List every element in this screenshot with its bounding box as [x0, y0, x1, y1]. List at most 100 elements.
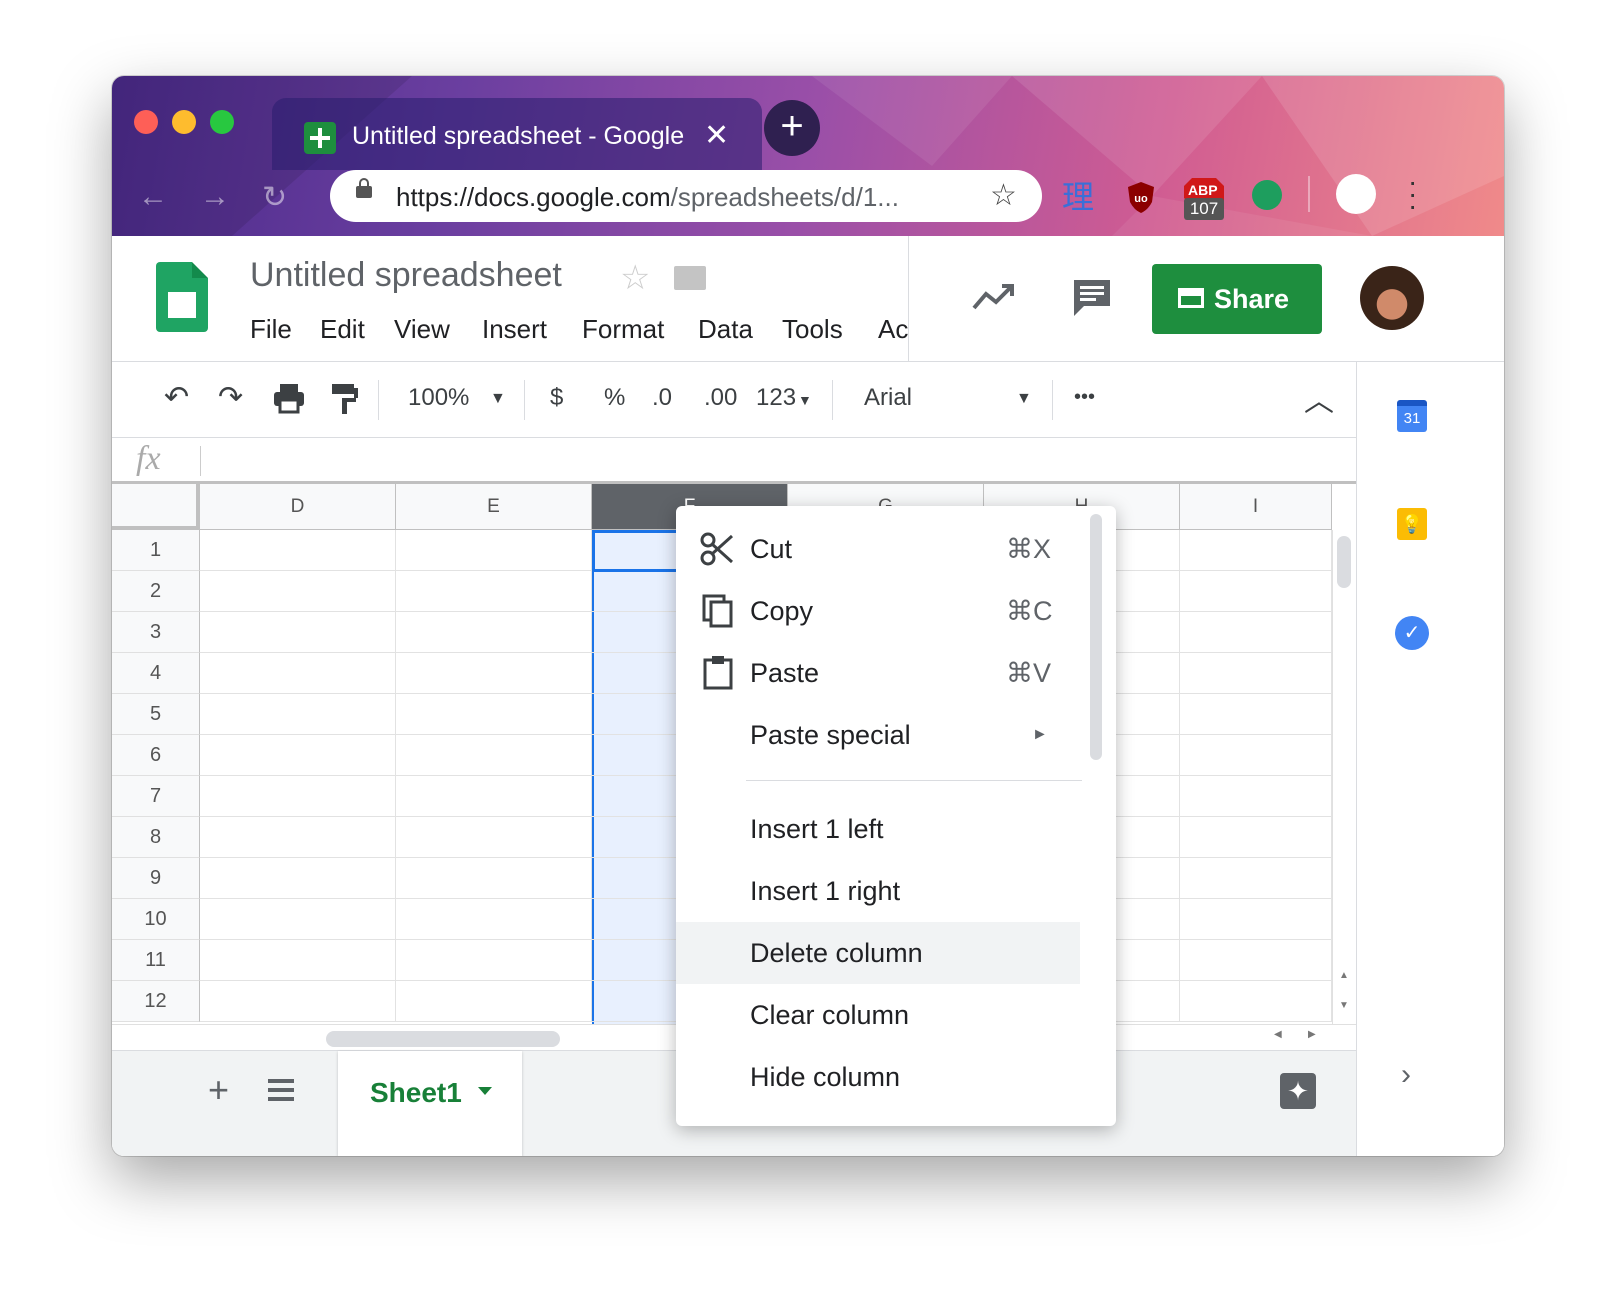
grid-cell[interactable]	[396, 735, 592, 776]
menu-addons[interactable]: Ac	[878, 314, 908, 345]
grid-cell[interactable]	[396, 776, 592, 817]
tasks-icon[interactable]: ✓	[1395, 616, 1429, 650]
menu-tools[interactable]: Tools	[782, 314, 843, 345]
menu-item-copy[interactable]: Copy ⌘C	[676, 580, 1080, 642]
grid-cell[interactable]	[1180, 940, 1332, 981]
hangouts-extension-icon[interactable]	[1252, 180, 1282, 210]
percent-format-button[interactable]: %	[604, 384, 625, 412]
row-header[interactable]: 4	[112, 653, 200, 694]
menu-data[interactable]: Data	[698, 314, 753, 345]
vertical-scroll-thumb[interactable]	[1337, 536, 1351, 588]
grid-cell[interactable]	[1180, 981, 1332, 1022]
row-header[interactable]: 10	[112, 899, 200, 940]
grid-cell[interactable]	[396, 858, 592, 899]
move-folder-icon[interactable]	[674, 266, 706, 290]
font-family-select[interactable]: Arial	[864, 384, 912, 412]
scroll-up-arrow[interactable]: ▲	[1339, 970, 1349, 981]
grid-cell[interactable]	[396, 530, 592, 571]
address-bar[interactable]: https://docs.google.com/spreadsheets/d/1…	[330, 170, 1042, 222]
decrease-decimal-button[interactable]: .0	[652, 384, 672, 412]
grid-cell[interactable]	[200, 530, 396, 571]
grid-cell[interactable]	[200, 817, 396, 858]
menu-item-cut[interactable]: Cut ⌘X	[676, 518, 1080, 580]
menu-item-paste[interactable]: Paste ⌘V	[676, 642, 1080, 704]
star-icon[interactable]: ☆	[620, 258, 650, 298]
grid-cell[interactable]	[396, 940, 592, 981]
grid-cell[interactable]	[200, 981, 396, 1022]
grid-cell[interactable]	[200, 899, 396, 940]
account-avatar[interactable]	[1360, 266, 1424, 330]
vertical-scrollbar[interactable]: ▲ ▼	[1332, 530, 1356, 1024]
grid-cell[interactable]	[1180, 530, 1332, 571]
redo-icon[interactable]: ↷	[218, 380, 243, 415]
context-menu-scroll-thumb[interactable]	[1090, 514, 1102, 760]
grid-cell[interactable]	[200, 571, 396, 612]
column-header-d[interactable]: D	[200, 484, 396, 530]
row-header[interactable]: 1	[112, 530, 200, 571]
grid-cell[interactable]	[396, 694, 592, 735]
all-sheets-list-icon[interactable]	[268, 1079, 294, 1101]
grid-cell[interactable]	[1180, 612, 1332, 653]
zoom-window-button[interactable]	[210, 110, 234, 134]
menu-view[interactable]: View	[394, 314, 450, 345]
keep-icon[interactable]: 💡	[1397, 508, 1427, 540]
row-header[interactable]: 6	[112, 735, 200, 776]
menu-item-insert-left[interactable]: Insert 1 left	[676, 798, 1080, 860]
column-header-e[interactable]: E	[396, 484, 592, 530]
formula-input[interactable]	[212, 444, 1342, 478]
grid-cell[interactable]	[1180, 776, 1332, 817]
scroll-down-arrow[interactable]: ▼	[1339, 1000, 1349, 1011]
scroll-right-arrow[interactable]: ▶	[1308, 1029, 1316, 1040]
menu-item-paste-special[interactable]: Paste special ►	[676, 704, 1080, 766]
grid-cell[interactable]	[1180, 735, 1332, 776]
grid-cell[interactable]	[1180, 858, 1332, 899]
grid-cell[interactable]	[396, 653, 592, 694]
comments-icon[interactable]	[1070, 276, 1114, 318]
activity-trend-icon[interactable]	[972, 282, 1016, 312]
collapse-toolbar-icon[interactable]: ︿	[1304, 376, 1334, 420]
menu-item-clear-column[interactable]: Clear column	[676, 984, 1080, 1046]
reload-icon[interactable]: ↻	[262, 180, 287, 215]
grid-cell[interactable]	[200, 694, 396, 735]
row-header[interactable]: 9	[112, 858, 200, 899]
font-dropdown-icon[interactable]: ▼	[1016, 390, 1032, 408]
close-window-button[interactable]	[134, 110, 158, 134]
sheet-tab-dropdown-icon[interactable]	[478, 1087, 492, 1095]
sheet-tab-sheet1[interactable]: Sheet1	[338, 1051, 522, 1156]
grid-cell[interactable]	[200, 653, 396, 694]
number-format-button[interactable]: 123	[756, 384, 796, 412]
adblock-plus-icon[interactable]: ABP 107	[1182, 176, 1226, 222]
add-sheet-button[interactable]: +	[208, 1069, 229, 1111]
ublock-icon[interactable]: uo	[1126, 180, 1156, 219]
row-header[interactable]: 7	[112, 776, 200, 817]
grid-cell[interactable]	[1180, 571, 1332, 612]
kanji-extension-icon[interactable]: 理	[1062, 172, 1094, 218]
grid-cell[interactable]	[1180, 694, 1332, 735]
grid-cell[interactable]	[396, 571, 592, 612]
increase-decimal-button[interactable]: .00	[704, 384, 737, 412]
zoom-select[interactable]: 100%	[408, 384, 469, 412]
tab-close-icon[interactable]: ✕	[704, 118, 729, 153]
column-header-i[interactable]: I	[1180, 484, 1332, 530]
back-icon[interactable]: ←	[138, 180, 168, 214]
profile-icon[interactable]	[1336, 174, 1376, 214]
minimize-window-button[interactable]	[172, 110, 196, 134]
grid-cell[interactable]	[200, 940, 396, 981]
row-header[interactable]: 2	[112, 571, 200, 612]
calendar-icon[interactable]: 31	[1397, 400, 1427, 432]
grid-cell[interactable]	[200, 776, 396, 817]
menu-item-hide-column[interactable]: Hide column	[676, 1046, 1080, 1108]
grid-cell[interactable]	[396, 612, 592, 653]
horizontal-scroll-thumb[interactable]	[326, 1031, 560, 1047]
print-icon[interactable]	[272, 382, 306, 414]
grid-cell[interactable]	[396, 817, 592, 858]
grid-cell[interactable]	[396, 981, 592, 1022]
menu-item-delete-column[interactable]: Delete column	[676, 922, 1080, 984]
number-format-dropdown-icon[interactable]: ▼	[798, 392, 812, 408]
menu-file[interactable]: File	[250, 314, 292, 345]
row-header[interactable]: 8	[112, 817, 200, 858]
undo-icon[interactable]: ↶	[164, 380, 189, 415]
menu-insert[interactable]: Insert	[482, 314, 547, 345]
expand-side-panel-icon[interactable]: ›	[1401, 1058, 1411, 1092]
zoom-dropdown-icon[interactable]: ▼	[490, 390, 506, 408]
